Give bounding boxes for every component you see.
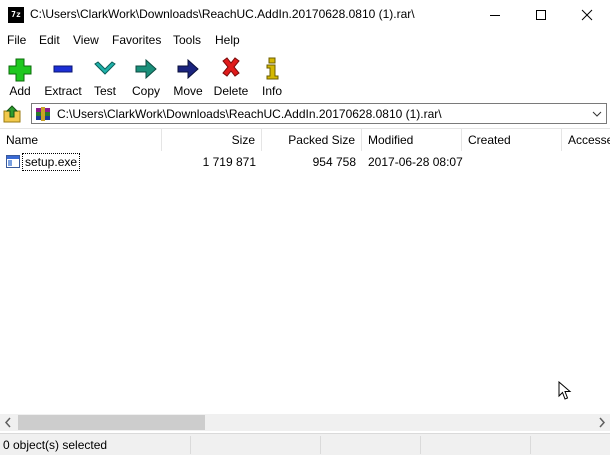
delete-label: Delete xyxy=(213,84,249,98)
move-label: Move xyxy=(173,84,203,98)
scroll-thumb[interactable] xyxy=(18,415,205,430)
scroll-left-button[interactable] xyxy=(0,414,17,431)
up-folder-button[interactable] xyxy=(2,104,24,124)
plus-icon xyxy=(8,58,32,82)
maximize-button[interactable] xyxy=(518,0,564,30)
test-button[interactable]: Test xyxy=(83,54,127,98)
info-button[interactable]: Info xyxy=(250,54,294,98)
minus-icon xyxy=(53,65,73,73)
rar-archive-icon xyxy=(36,107,50,121)
copy-arrow-icon xyxy=(135,58,157,80)
add-button[interactable]: Add xyxy=(0,54,42,98)
file-size-cell: 1 719 871 xyxy=(202,155,256,169)
minimize-button[interactable] xyxy=(472,0,518,30)
status-divider xyxy=(530,436,531,454)
file-modified-cell: 2017-06-28 08:07 xyxy=(368,155,463,169)
exe-file-icon xyxy=(6,155,20,168)
table-row[interactable]: setup.exe 1 719 871 954 758 2017-06-28 0… xyxy=(0,153,610,171)
column-header-name[interactable]: Name xyxy=(0,129,162,151)
chevron-right-icon xyxy=(599,417,606,428)
copy-button[interactable]: Copy xyxy=(124,54,168,98)
chevron-down-icon[interactable] xyxy=(590,107,604,121)
menu-view[interactable]: View xyxy=(73,33,99,47)
horizontal-scrollbar[interactable] xyxy=(0,414,610,431)
delete-button[interactable]: Delete xyxy=(209,54,253,98)
test-label: Test xyxy=(93,84,116,98)
status-bar: 0 object(s) selected xyxy=(0,433,610,455)
add-label: Add xyxy=(9,84,31,98)
close-icon xyxy=(581,9,593,21)
info-label: Info xyxy=(261,84,282,98)
menu-bar: File Edit View Favorites Tools Help xyxy=(0,30,610,50)
list-header: Name Size Packed Size Modified Created A… xyxy=(0,129,610,151)
title-bar[interactable]: 7z C:\Users\ClarkWork\Downloads\ReachUC.… xyxy=(0,0,610,30)
scroll-right-button[interactable] xyxy=(593,414,610,431)
move-button[interactable]: Move xyxy=(166,54,210,98)
copy-label: Copy xyxy=(131,84,160,98)
file-created-cell xyxy=(468,153,562,171)
delete-x-icon xyxy=(222,57,240,77)
maximize-icon xyxy=(536,10,546,20)
column-header-modified[interactable]: Modified xyxy=(362,129,462,151)
extract-button[interactable]: Extract xyxy=(41,54,85,98)
toolbar: Add Extract Test Copy Move Delete Info xyxy=(0,50,610,100)
status-divider xyxy=(190,436,191,454)
close-button[interactable] xyxy=(564,0,610,30)
file-name-cell[interactable]: setup.exe xyxy=(22,153,81,171)
window-title: C:\Users\ClarkWork\Downloads\ReachUC.Add… xyxy=(30,7,415,21)
menu-favorites[interactable]: Favorites xyxy=(112,33,161,47)
minimize-icon xyxy=(490,15,500,16)
chevron-left-icon xyxy=(4,417,11,428)
file-list[interactable]: Name Size Packed Size Modified Created A… xyxy=(0,128,610,415)
app-icon: 7z xyxy=(8,7,24,23)
menu-help[interactable]: Help xyxy=(215,33,240,47)
status-divider xyxy=(420,436,421,454)
check-icon xyxy=(94,61,116,75)
file-packed-size-cell: 954 758 xyxy=(312,155,356,169)
menu-file[interactable]: File xyxy=(7,33,26,47)
extract-label: Extract xyxy=(44,84,82,98)
column-header-size[interactable]: Size xyxy=(162,129,262,151)
file-accessed-cell xyxy=(568,153,608,171)
address-bar: C:\Users\ClarkWork\Downloads\ReachUC.Add… xyxy=(0,101,610,127)
address-path: C:\Users\ClarkWork\Downloads\ReachUC.Add… xyxy=(57,107,442,121)
menu-tools[interactable]: Tools xyxy=(173,33,201,47)
column-header-accessed[interactable]: Accessed xyxy=(562,129,610,151)
status-divider xyxy=(320,436,321,454)
address-field[interactable]: C:\Users\ClarkWork\Downloads\ReachUC.Add… xyxy=(31,103,607,124)
selection-status: 0 object(s) selected xyxy=(3,438,108,452)
column-header-packed-size[interactable]: Packed Size xyxy=(262,129,362,151)
folder-up-icon xyxy=(3,105,21,123)
menu-edit[interactable]: Edit xyxy=(39,33,60,47)
move-arrow-icon xyxy=(177,58,199,80)
info-icon xyxy=(266,57,279,80)
mouse-cursor-icon xyxy=(558,381,572,400)
column-header-created[interactable]: Created xyxy=(462,129,562,151)
